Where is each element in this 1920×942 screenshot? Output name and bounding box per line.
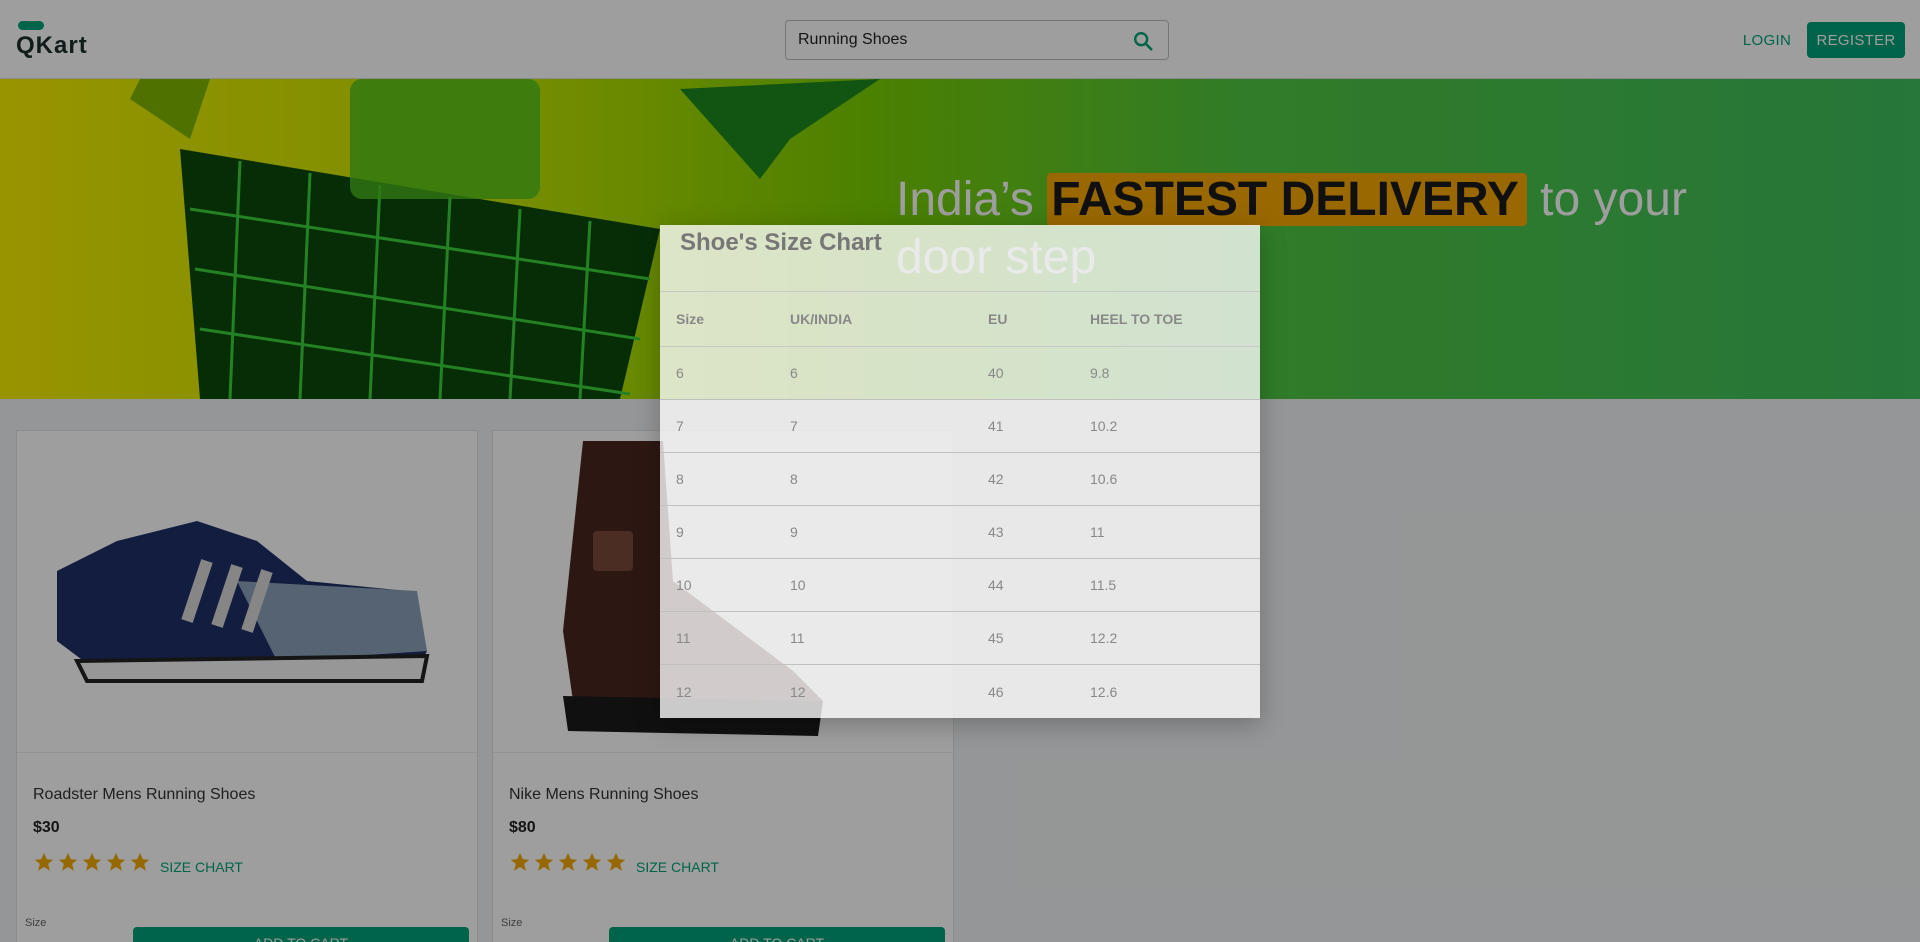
- column-header: Size: [676, 311, 705, 327]
- table-row: 6 6 40 9.8: [660, 347, 1260, 400]
- table-cell: 7: [676, 418, 684, 434]
- table-row: 11 11 45 12.2: [660, 612, 1260, 665]
- table-cell: 11: [1090, 524, 1105, 540]
- table-cell: 12.2: [1090, 630, 1118, 646]
- table-row: 7 7 41 10.2: [660, 400, 1260, 453]
- table-cell: 45: [988, 630, 1004, 646]
- table-cell: 8: [790, 471, 798, 487]
- table-row: 10 10 44 11.5: [660, 559, 1260, 612]
- table-cell: 11.5: [1090, 577, 1117, 593]
- column-header: EU: [988, 311, 1008, 327]
- table-cell: 40: [988, 365, 1004, 381]
- size-chart-modal: Shoe's Size Chart Size UK/INDIA EU HEEL …: [660, 225, 1260, 718]
- table-header-row: Size UK/INDIA EU HEEL TO TOE: [660, 291, 1260, 347]
- table-cell: 10: [790, 577, 806, 593]
- table-cell: 12: [676, 683, 692, 700]
- modal-title: Shoe's Size Chart: [680, 229, 882, 256]
- table-cell: 9: [790, 524, 798, 540]
- table-cell: 11: [676, 630, 691, 646]
- table-row: 8 8 42 10.6: [660, 453, 1260, 506]
- table-row: 12 12 46 12.6: [660, 665, 1260, 718]
- table-cell: 6: [676, 365, 684, 381]
- table-cell: 44: [988, 577, 1004, 593]
- table-cell: 9.8: [1090, 365, 1110, 381]
- table-cell: 10.2: [1090, 418, 1118, 434]
- table-cell: 43: [988, 524, 1004, 540]
- table-cell: 42: [988, 471, 1004, 487]
- table-cell: 6: [790, 365, 798, 381]
- table-cell: 9: [676, 524, 684, 540]
- table-cell: 12.6: [1090, 683, 1118, 700]
- column-header: HEEL TO TOE: [1090, 311, 1183, 327]
- table-cell: 41: [988, 418, 1004, 434]
- table-cell: 12: [790, 683, 806, 700]
- table-cell: 8: [676, 471, 684, 487]
- table-cell: 10.6: [1090, 471, 1118, 487]
- table-cell: 10: [676, 577, 692, 593]
- table-cell: 11: [790, 630, 805, 646]
- table-cell: 46: [988, 683, 1004, 700]
- table-cell: 7: [790, 418, 798, 434]
- column-header: UK/INDIA: [790, 311, 853, 327]
- table-row: 9 9 43 11: [660, 506, 1260, 559]
